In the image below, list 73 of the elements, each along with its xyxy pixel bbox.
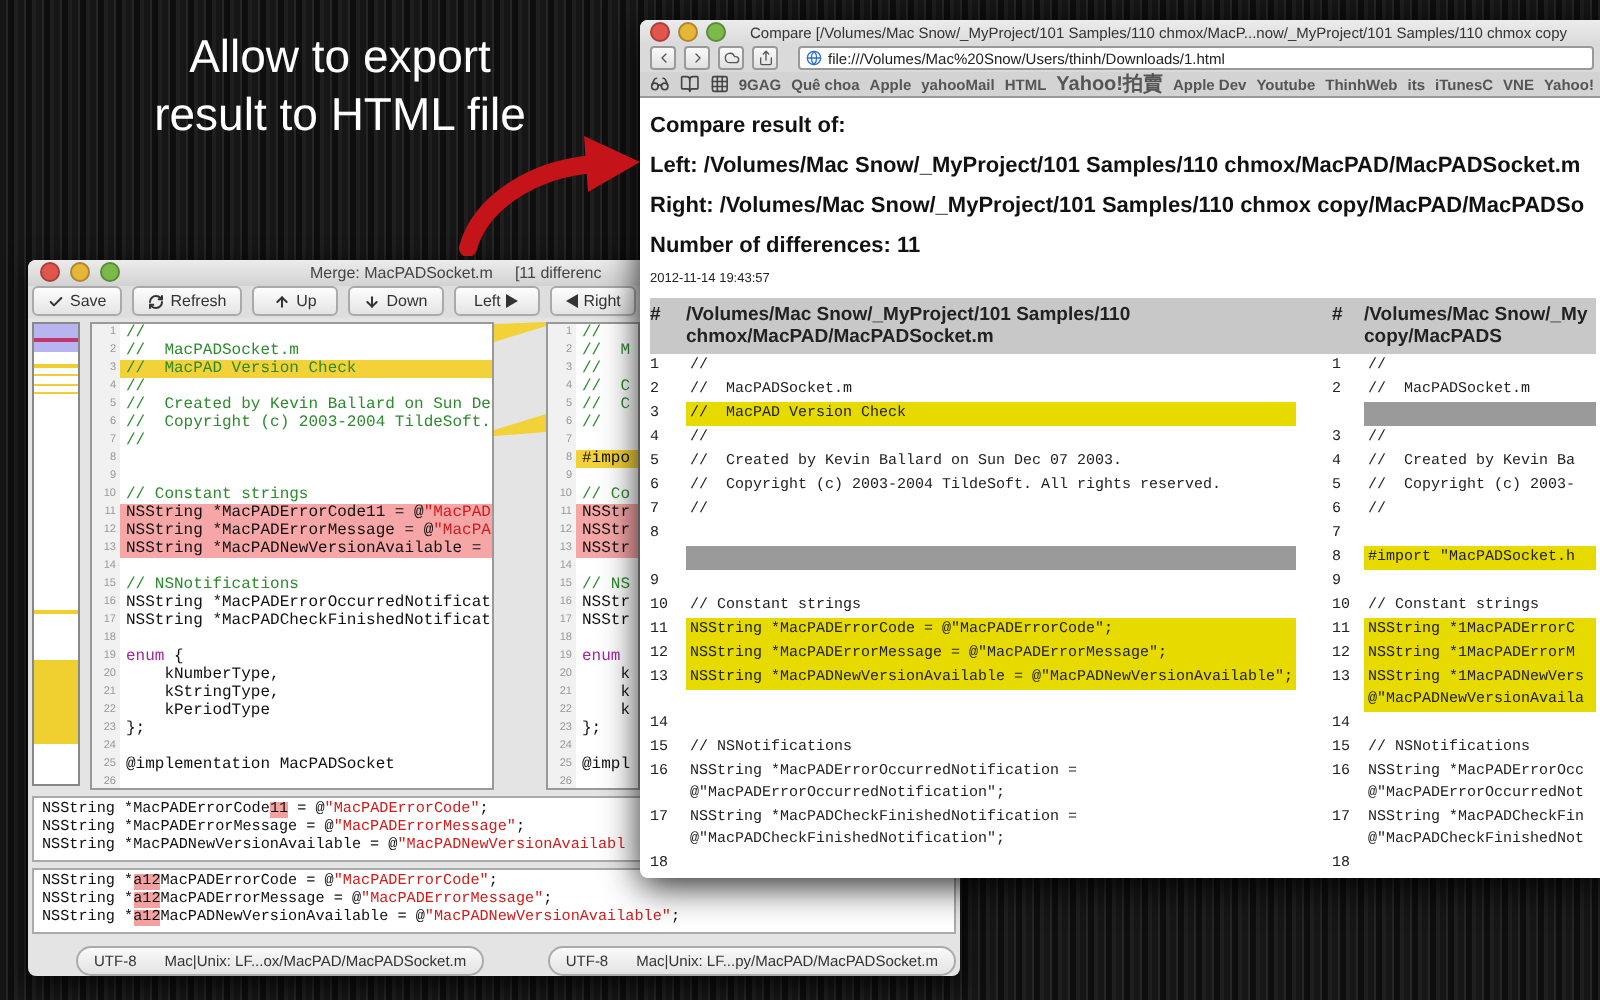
column-header: /Volumes/Mac Snow/_MyProject/101 Samples/110 chmox/MacPAD/MacPADSocket.m	[686, 298, 1296, 354]
code-line: // Constant strings	[124, 486, 311, 504]
diff-connector-drawing	[494, 322, 546, 438]
column-header: copy/MacPADS	[1364, 326, 1502, 348]
toolbar-button[interactable]: Down	[348, 286, 444, 317]
code-line: // NSNotifications	[124, 576, 301, 594]
code-line: //	[580, 360, 604, 378]
check-icon	[48, 293, 64, 310]
arrow-up-icon	[274, 293, 291, 310]
code-line: k	[618, 666, 633, 684]
code-line: //	[580, 414, 604, 432]
code-line: // Co	[580, 486, 633, 504]
difference-count: [11 differenc	[514, 263, 602, 282]
code-line: @implementation MacPADSocket	[124, 756, 397, 774]
zoom-button[interactable]	[100, 262, 120, 283]
code-line: // MacPADSocket.m	[124, 342, 301, 360]
code-line: NSString *MacPADCheckFinishedNotificat	[124, 612, 492, 630]
cloud-button[interactable]	[718, 46, 744, 70]
code-line: k	[618, 702, 633, 720]
code-line: // Copyright (c) 2003-2004 TildeSoft.	[124, 414, 492, 432]
headline-text: Allow to export	[189, 28, 491, 86]
code-line: kStringType,	[162, 684, 282, 702]
code-line: NSStr	[580, 612, 633, 630]
code-line: NSStr	[580, 594, 633, 612]
zoom-button[interactable]	[706, 22, 726, 42]
globe-icon	[806, 50, 822, 66]
code-line: // C	[580, 396, 633, 414]
bookmark-link[interactable]: Yahoo!拍賣	[1056, 70, 1163, 98]
column-header: #	[650, 298, 686, 354]
cloud-icon	[723, 50, 739, 66]
refresh-icon	[148, 293, 165, 310]
share-button[interactable]	[752, 46, 778, 70]
minimize-button[interactable]	[70, 262, 90, 283]
difference-count-heading: Number of differences: 11	[650, 232, 923, 262]
book-icon[interactable]	[679, 74, 700, 94]
code-line: // NS	[580, 576, 633, 594]
column-header: #	[1332, 298, 1364, 354]
code-line: enum	[580, 648, 622, 666]
page-heading: Compare result of:	[650, 112, 848, 142]
glasses-icon[interactable]	[650, 74, 670, 94]
headline-text: result to HTML file	[154, 86, 526, 144]
window-title: Merge: MacPADSocket.m	[310, 263, 493, 282]
code-line: //	[124, 432, 148, 450]
share-icon	[757, 50, 773, 66]
left-path-heading: Left: /Volumes/Mac Snow/_MyProject/101 Samples/110 chmox/MacPAD/MacPADSocket.m	[650, 152, 1583, 182]
code-line: // C	[580, 378, 633, 396]
grid-icon[interactable]	[709, 74, 729, 94]
play-left-icon	[565, 294, 578, 309]
code-line: @impl	[580, 756, 633, 774]
code-line: };	[124, 720, 148, 738]
close-button[interactable]	[650, 22, 670, 42]
code-line: enum {	[124, 648, 186, 666]
toolbar-button[interactable]: Left	[453, 286, 540, 317]
code-line: k	[618, 684, 633, 702]
code-line: //	[124, 378, 148, 396]
code-line: //	[580, 324, 604, 342]
minimize-button[interactable]	[678, 22, 698, 42]
toolbar-button[interactable]: Save	[32, 286, 123, 317]
toolbar-button[interactable]: Refresh	[132, 286, 243, 317]
code-line: NSString *MacPADErrorOccurredNotificat	[124, 594, 492, 612]
code-line: kNumberType,	[162, 666, 282, 684]
toolbar-button[interactable]: Up	[252, 286, 339, 317]
column-header: /Volumes/Mac Snow/_My	[1364, 304, 1588, 326]
code-line: // M	[580, 342, 633, 360]
play-right-icon	[506, 294, 519, 309]
toolbar-button[interactable]: Right	[549, 286, 637, 317]
right-path-heading: Right: /Volumes/Mac Snow/_MyProject/101 Samples/110 chmox copy/MacPAD/MacPADSo	[650, 192, 1587, 222]
code-line: kPeriodType	[162, 702, 273, 720]
code-line: //	[124, 324, 148, 342]
code-line: };	[580, 720, 604, 738]
close-button[interactable]	[40, 262, 60, 283]
code-line: // Created by Kevin Ballard on Sun De	[124, 396, 492, 414]
arrow-down-icon	[364, 293, 381, 310]
